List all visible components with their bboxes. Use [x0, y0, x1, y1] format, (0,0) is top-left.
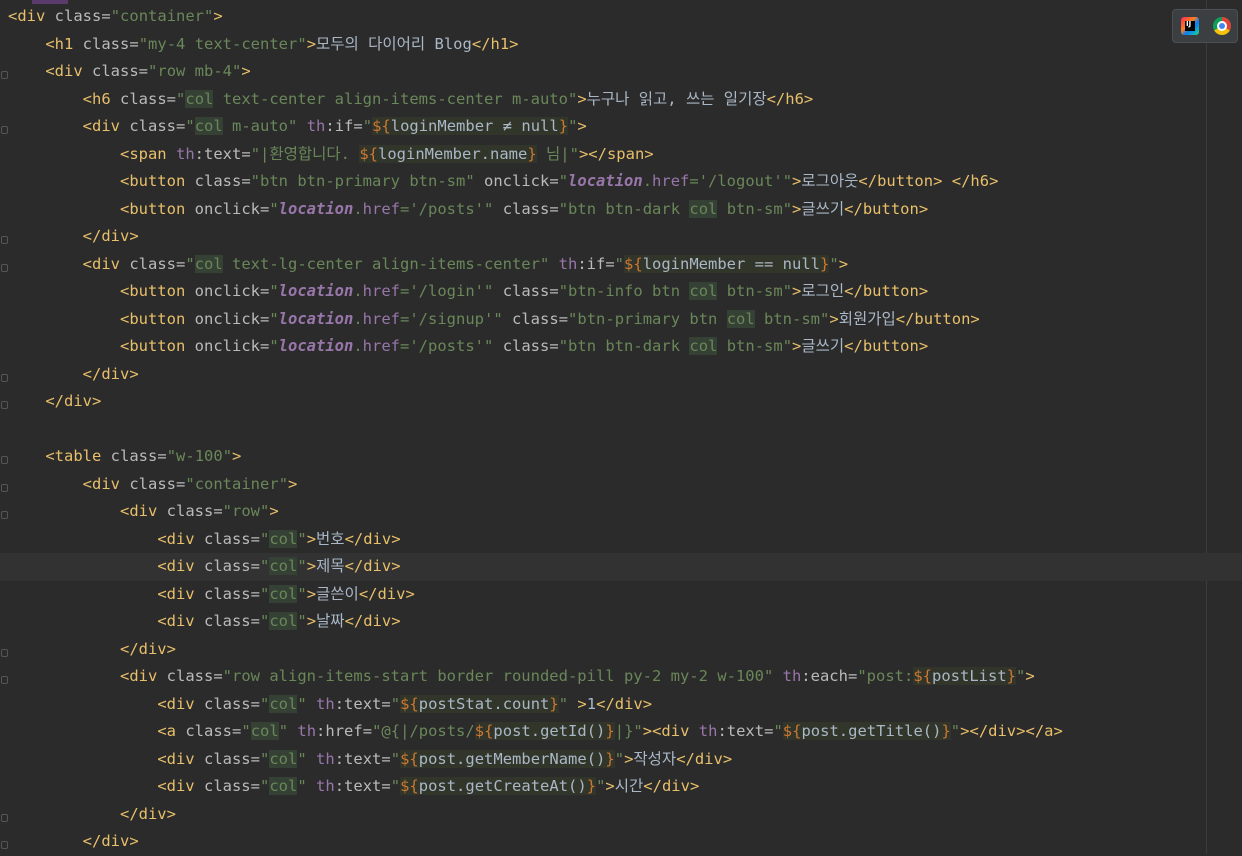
browser-preview-toolbar: IJ [1172, 9, 1238, 43]
fold-marker-icon[interactable] [1, 374, 8, 382]
code-line[interactable]: </div> [8, 388, 1242, 416]
code-line[interactable]: <h1 class="my-4 text-center">모두의 다이어리 Bl… [8, 31, 1242, 59]
code-line[interactable]: <div class="col">번호</div> [8, 526, 1242, 554]
fold-marker-icon[interactable] [1, 841, 8, 849]
code-line[interactable]: </div> [8, 361, 1242, 389]
code-line[interactable]: <div class="container"> [8, 471, 1242, 499]
code-line[interactable]: <div class="col">제목</div> [0, 553, 1242, 581]
code-line[interactable]: <div class="col">날짜</div> [8, 608, 1242, 636]
ide-badge-label: IJ [1186, 20, 1192, 28]
fold-marker-icon[interactable] [1, 71, 8, 79]
fold-marker-icon[interactable] [1, 456, 8, 464]
editor-gutter [0, 0, 8, 854]
code-line[interactable]: </div> [8, 801, 1242, 829]
code-line[interactable]: <table class="w-100"> [8, 443, 1242, 471]
fold-marker-icon[interactable] [1, 264, 8, 272]
code-line[interactable]: <div class="col" th:text="${postStat.cou… [8, 691, 1242, 719]
code-line[interactable]: <button onclick="location.href='/signup'… [8, 306, 1242, 334]
code-line[interactable]: <button onclick="location.href='/posts'"… [8, 333, 1242, 361]
fold-marker-icon[interactable] [1, 649, 8, 657]
code-line[interactable]: <div class="row mb-4"> [8, 58, 1242, 86]
code-line[interactable]: <span th:text="|환영합니다. ${loginMember.nam… [8, 141, 1242, 169]
code-line[interactable]: <div class="col" th:text="${post.getMemb… [8, 746, 1242, 774]
code-line[interactable]: <div class="row align-items-start border… [8, 663, 1242, 691]
fold-marker-icon[interactable] [1, 814, 8, 822]
fold-marker-icon[interactable] [1, 401, 8, 409]
fold-marker-icon[interactable] [1, 236, 8, 244]
code-line[interactable]: <button class="btn btn-primary btn-sm" o… [8, 168, 1242, 196]
code-line[interactable]: <div class="col">글쓴이</div> [8, 581, 1242, 609]
fold-marker-icon[interactable] [1, 126, 8, 134]
code-line[interactable]: <div class="row"> [8, 498, 1242, 526]
code-line[interactable]: <button onclick="location.href='/posts'"… [8, 196, 1242, 224]
code-line[interactable]: </div> [8, 223, 1242, 251]
fold-marker-icon[interactable] [1, 511, 8, 519]
code-line[interactable]: <h6 class="col text-center align-items-c… [8, 86, 1242, 114]
code-line[interactable]: <div class="container"> [8, 3, 1242, 31]
fold-marker-icon[interactable] [1, 484, 8, 492]
code-line[interactable]: <div class="col text-lg-center align-ite… [8, 251, 1242, 279]
jetbrains-ide-icon[interactable]: IJ [1181, 17, 1199, 35]
fold-marker-icon[interactable] [1, 676, 8, 684]
code-editor[interactable]: <div class="container"> <h1 class="my-4 … [0, 0, 1242, 854]
code-line[interactable]: <button onclick="location.href='/login'"… [8, 278, 1242, 306]
code-line[interactable]: </div> [8, 828, 1242, 856]
code-line[interactable]: <div class="col" th:text="${post.getCrea… [8, 773, 1242, 801]
code-line[interactable]: <a class="col" th:href="@{|/posts/${post… [8, 718, 1242, 746]
code-line[interactable] [8, 416, 1242, 444]
code-line[interactable]: </div> [8, 636, 1242, 664]
code-line[interactable]: <div class="col m-auto" th:if="${loginMe… [8, 113, 1242, 141]
chrome-icon[interactable] [1213, 17, 1231, 35]
